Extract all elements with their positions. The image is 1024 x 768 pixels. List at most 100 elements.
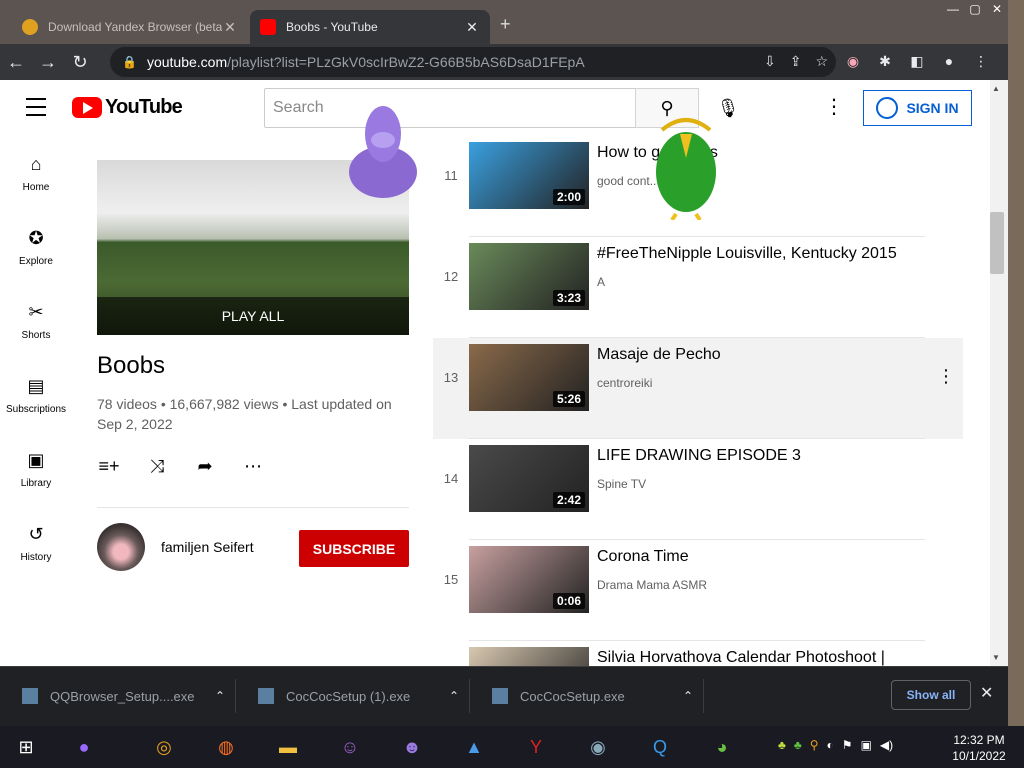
- playlist-video-row[interactable]: 12 3:23 #FreeTheNipple Louisville, Kentuck…: [433, 237, 963, 338]
- forward-arrow-icon[interactable]: →: [32, 46, 64, 78]
- minimize-icon[interactable]: —: [942, 0, 964, 18]
- video-title[interactable]: Corona Time: [597, 548, 689, 566]
- back-arrow-icon[interactable]: ←: [0, 46, 32, 78]
- guide-item-history[interactable]: ↺ History: [0, 506, 72, 580]
- playlist-video-row[interactable]: 14 2:42 LIFE DRAWING EPISODE 3 Spine TV: [433, 439, 963, 540]
- sign-in-label: SIGN IN: [906, 100, 959, 116]
- chevron-up-icon[interactable]: ⌃: [673, 689, 703, 703]
- taskbar-clock[interactable]: 12:32 PM 10/1/2022: [946, 732, 1012, 764]
- address-bar[interactable]: 🔒 youtube.com/playlist?list=PLzGkV0scIrB…: [110, 47, 836, 77]
- side-panel-icon[interactable]: ◧: [906, 50, 928, 72]
- bookmark-star-icon[interactable]: ☆: [815, 53, 828, 70]
- scroll-up-icon[interactable]: ▲: [992, 84, 1000, 93]
- yandex-browser-icon[interactable]: Y: [520, 732, 552, 762]
- play-all-label: PLAY ALL: [221, 308, 285, 324]
- video-channel[interactable]: Drama Mama ASMR: [597, 578, 707, 592]
- app-a-icon[interactable]: ▲: [458, 732, 490, 762]
- flag-extension-icon[interactable]: ◉: [842, 50, 864, 72]
- video-thumbnail[interactable]: 3:23: [469, 243, 589, 310]
- share-icon[interactable]: ⇪: [790, 53, 802, 70]
- guide-item-label: History: [20, 552, 52, 563]
- guide-item-library[interactable]: ▣ Library: [0, 432, 72, 506]
- playlist-video-row[interactable]: 13 5:26 Masaje de Pecho centroreiki ⋮: [433, 338, 963, 439]
- alice-assistant-icon[interactable]: ●: [68, 732, 100, 762]
- home-icon: ⌂: [30, 153, 42, 174]
- qq-browser-icon[interactable]: Q: [644, 732, 676, 762]
- reload-icon[interactable]: ↻: [64, 46, 96, 78]
- guide-item-home[interactable]: ⌂ Home: [0, 136, 72, 210]
- guide-item-shorts[interactable]: ✂ Shorts: [0, 284, 72, 358]
- new-tab-icon[interactable]: +: [500, 14, 511, 35]
- scroll-down-icon[interactable]: ▼: [992, 653, 1000, 662]
- guide-item-subscriptions[interactable]: ▤ Subscriptions: [0, 358, 72, 432]
- subscribe-button[interactable]: SUBSCRIBE: [299, 530, 409, 567]
- search-input[interactable]: Search: [264, 88, 636, 128]
- file-icon: [492, 688, 508, 704]
- browser-menu-icon[interactable]: ⋮: [970, 50, 992, 72]
- video-title[interactable]: #FreeTheNipple Louisville, Kentucky 2015: [597, 245, 897, 263]
- video-more-actions-icon[interactable]: ⋮: [937, 366, 955, 387]
- close-downloads-icon[interactable]: ✕: [980, 683, 993, 703]
- show-all-downloads-button[interactable]: Show all: [891, 680, 971, 710]
- video-thumbnail[interactable]: 0:06: [469, 546, 589, 613]
- owner-avatar[interactable]: [97, 523, 145, 571]
- download-item[interactable]: CocCocSetup (1).exe ⌃: [236, 679, 470, 713]
- firefox-icon[interactable]: ◍: [210, 732, 242, 762]
- video-thumbnail[interactable]: 2:42: [469, 445, 589, 512]
- close-window-icon[interactable]: ✕: [986, 0, 1008, 18]
- tray-app-icon[interactable]: ♣: [778, 738, 786, 752]
- shuffle-icon[interactable]: ⤨: [145, 454, 169, 478]
- youtube-logo[interactable]: YouTube: [72, 96, 183, 119]
- profile-icon[interactable]: ●: [938, 50, 960, 72]
- close-tab-icon[interactable]: ✕: [464, 19, 480, 36]
- chevron-up-icon[interactable]: ⌃: [205, 689, 235, 703]
- page-scrollbar[interactable]: ▲ ▼: [990, 80, 1008, 666]
- tray-app-icon[interactable]: ♣: [794, 738, 802, 752]
- video-thumbnail[interactable]: 2:00: [469, 142, 589, 209]
- share-arrow-icon[interactable]: ➦: [193, 454, 217, 478]
- playlist-video-row[interactable]: 15 0:06 Corona Time Drama Mama ASMR: [433, 540, 963, 641]
- tray-search-icon[interactable]: ⚲: [810, 738, 819, 752]
- more-actions-icon[interactable]: ⋯: [241, 454, 265, 478]
- tray-circle-icon[interactable]: ◐: [827, 738, 834, 752]
- install-app-icon[interactable]: ⇩: [764, 53, 776, 70]
- video-channel[interactable]: A: [597, 275, 605, 289]
- hamburger-menu-icon[interactable]: [26, 98, 46, 116]
- tab-youtube-playlist[interactable]: Boobs - YouTube ✕: [250, 10, 490, 44]
- video-title[interactable]: Silvia Horvathova Calendar Photoshoot |: [597, 649, 885, 666]
- owner-name[interactable]: familjen Seifert: [161, 539, 254, 555]
- settings-menu-icon[interactable]: ⋮: [822, 94, 846, 119]
- playlist-video-row[interactable]: Silvia Horvathova Calendar Photoshoot |: [433, 641, 963, 666]
- chrome-icon[interactable]: ◎: [148, 732, 180, 762]
- chevron-up-icon[interactable]: ⌃: [439, 689, 469, 703]
- scrollbar-thumb[interactable]: [990, 212, 1004, 274]
- close-tab-icon[interactable]: ✕: [222, 19, 238, 36]
- video-thumbnail[interactable]: 5:26: [469, 344, 589, 411]
- volume-icon[interactable]: ◀): [880, 738, 893, 752]
- play-all-overlay[interactable]: PLAY ALL: [97, 297, 409, 335]
- video-title[interactable]: Masaje de Pecho: [597, 346, 721, 364]
- tray-flag-icon[interactable]: ⚑: [842, 738, 853, 752]
- guide-item-explore[interactable]: ✪ Explore: [0, 210, 72, 284]
- playlist-title[interactable]: Boobs: [97, 352, 165, 380]
- playlist-owner[interactable]: familjen Seifert: [97, 523, 254, 571]
- maximize-icon[interactable]: ▢: [964, 0, 986, 18]
- video-channel[interactable]: centroreiki: [597, 376, 652, 390]
- tab-yandex-download[interactable]: Download Yandex Browser (beta) ✕: [12, 10, 248, 44]
- sign-in-button[interactable]: SIGN IN: [863, 90, 972, 126]
- video-channel[interactable]: Spine TV: [597, 477, 646, 491]
- network-icon[interactable]: ▣: [861, 738, 872, 752]
- add-to-queue-icon[interactable]: ≡+: [97, 454, 121, 478]
- video-index: 13: [443, 370, 459, 385]
- windows-start-icon[interactable]: ⊞: [10, 732, 42, 762]
- file-explorer-icon[interactable]: ▬: [272, 732, 304, 762]
- media-player-icon[interactable]: ◉: [582, 732, 614, 762]
- coccoc-icon[interactable]: ◕: [706, 732, 738, 762]
- video-thumbnail[interactable]: [469, 647, 589, 666]
- download-item[interactable]: QQBrowser_Setup....exe ⌃: [0, 679, 236, 713]
- download-item[interactable]: CocCocSetup.exe ⌃: [470, 679, 704, 713]
- yahoo-messenger-icon[interactable]: ☺: [334, 732, 366, 762]
- video-title[interactable]: LIFE DRAWING EPISODE 3: [597, 447, 801, 465]
- bonzi-buddy-icon[interactable]: ☻: [396, 732, 428, 762]
- extensions-puzzle-icon[interactable]: ✱: [874, 50, 896, 72]
